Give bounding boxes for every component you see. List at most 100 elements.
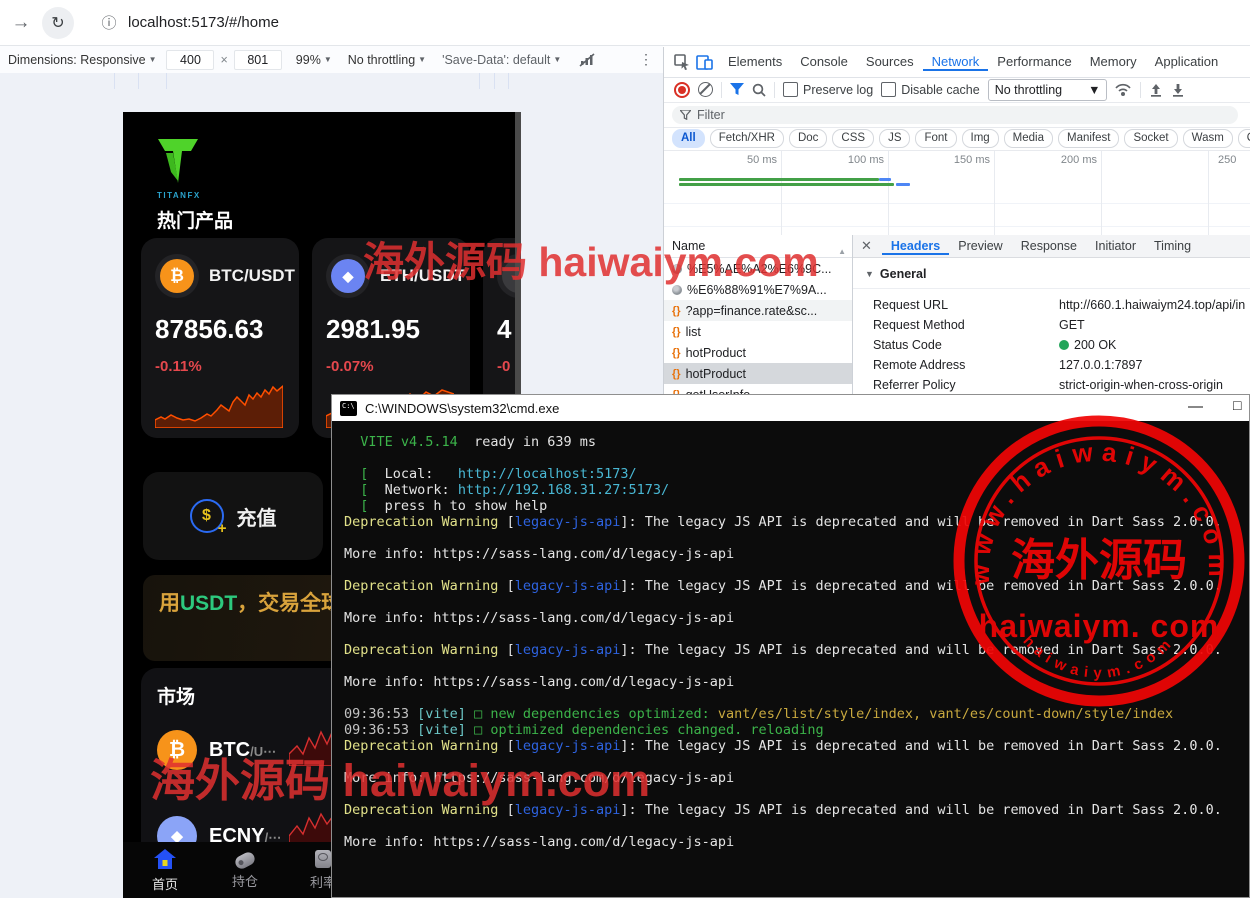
tab-console[interactable]: Console bbox=[791, 54, 857, 69]
request-type-chips: All Fetch/XHR Doc CSS JS Font Img Media Manifest… bbox=[664, 127, 1250, 151]
scroll-up-icon[interactable]: ▲ bbox=[838, 241, 846, 263]
chip-font[interactable]: Font bbox=[915, 129, 956, 148]
request-row[interactable]: {}?app=finance.rate&sc... bbox=[664, 300, 852, 321]
detail-tab-timing[interactable]: Timing bbox=[1145, 239, 1200, 253]
clear-icon[interactable] bbox=[698, 82, 713, 97]
filter-icon[interactable] bbox=[730, 83, 744, 96]
request-row[interactable]: {}list bbox=[664, 321, 852, 342]
media-icon bbox=[672, 264, 682, 274]
inspect-icon[interactable] bbox=[674, 54, 690, 70]
header-label: Referrer Policy bbox=[853, 378, 1059, 392]
save-data-select[interactable]: 'Save-Data': default bbox=[442, 53, 550, 67]
general-section-header[interactable]: ▼ General bbox=[853, 258, 1250, 289]
detail-tab-response[interactable]: Response bbox=[1012, 239, 1086, 253]
network-conditions-icon[interactable] bbox=[1115, 83, 1132, 97]
chip-manifest[interactable]: Manifest bbox=[1058, 129, 1119, 148]
chip-other[interactable]: Other bbox=[1238, 129, 1250, 148]
tab-sources[interactable]: Sources bbox=[857, 54, 923, 69]
throttling-select[interactable]: No throttling bbox=[348, 53, 415, 67]
chip-socket[interactable]: Socket bbox=[1124, 129, 1177, 148]
dimensions-select[interactable]: Dimensions: Responsive bbox=[8, 53, 146, 67]
tab-performance[interactable]: Performance bbox=[988, 54, 1080, 69]
pair-label: BTC/USDT bbox=[209, 266, 295, 286]
chip-wasm[interactable]: Wasm bbox=[1183, 129, 1233, 148]
detail-tab-preview[interactable]: Preview bbox=[949, 239, 1011, 253]
chip-media[interactable]: Media bbox=[1004, 129, 1053, 148]
viewport-height-input[interactable]: 801 bbox=[234, 50, 282, 70]
chevron-down-icon: ▼ bbox=[1088, 83, 1100, 97]
chip-all[interactable]: All bbox=[672, 129, 705, 148]
price-value: 2981.95 bbox=[326, 314, 456, 345]
filter-input[interactable]: Filter bbox=[672, 106, 1238, 124]
reload-icon: ↻ bbox=[51, 13, 64, 33]
minimize-button[interactable]: — bbox=[1188, 398, 1203, 415]
zoom-select[interactable]: 99% bbox=[296, 53, 321, 67]
reload-button[interactable]: ↻ bbox=[42, 7, 74, 39]
forward-icon[interactable]: → bbox=[8, 12, 34, 34]
tab-elements[interactable]: Elements bbox=[719, 54, 791, 69]
request-list-header[interactable]: Name ▲ bbox=[664, 235, 852, 258]
device-toolbar-menu-icon[interactable]: ⋮ bbox=[639, 51, 653, 68]
request-row[interactable]: {}hotProduct bbox=[664, 342, 852, 363]
filter-funnel-icon bbox=[680, 110, 691, 120]
detail-tab-headers[interactable]: Headers bbox=[882, 239, 949, 255]
maximize-button[interactable]: □ bbox=[1233, 397, 1241, 413]
chip-fetchxhr[interactable]: Fetch/XHR bbox=[710, 129, 784, 148]
cmd-icon bbox=[340, 401, 357, 416]
logo-text: TITANFX bbox=[157, 191, 201, 200]
record-button[interactable] bbox=[674, 82, 690, 98]
header-label: Status Code bbox=[853, 338, 1059, 352]
request-name: ?app=finance.rate&sc... bbox=[686, 304, 818, 318]
header-row: Status Code200 OK bbox=[853, 335, 1250, 355]
detail-tab-initiator[interactable]: Initiator bbox=[1086, 239, 1145, 253]
chevron-down-icon: ▼ bbox=[324, 55, 332, 64]
disable-cache-checkbox[interactable] bbox=[881, 82, 896, 97]
waterfall-bar bbox=[679, 183, 894, 186]
search-icon[interactable] bbox=[752, 83, 766, 97]
waterfall-bar bbox=[679, 178, 879, 181]
request-row[interactable]: {}hotProduct bbox=[664, 363, 852, 384]
chip-css[interactable]: CSS bbox=[832, 129, 874, 148]
home-icon bbox=[153, 848, 177, 870]
cmd-titlebar[interactable]: C:\WINDOWS\system32\cmd.exe — □ bbox=[332, 395, 1249, 421]
close-icon[interactable]: ✕ bbox=[861, 238, 872, 254]
chip-img[interactable]: Img bbox=[962, 129, 999, 148]
tab-network[interactable]: Network bbox=[923, 54, 989, 71]
header-label: Request URL bbox=[853, 298, 1059, 312]
preserve-log-checkbox[interactable] bbox=[783, 82, 798, 97]
url-text[interactable]: localhost:5173/#/home bbox=[128, 14, 279, 31]
chip-js[interactable]: JS bbox=[879, 129, 910, 148]
network-overview-waterfall[interactable] bbox=[664, 171, 1250, 236]
network-throttling-select[interactable]: No throttling▼ bbox=[988, 79, 1108, 101]
change-value: -0.07% bbox=[326, 358, 456, 375]
viewport-width-input[interactable]: 400 bbox=[166, 50, 214, 70]
device-toolbar-toggle-icon[interactable] bbox=[696, 55, 713, 70]
signal-off-icon[interactable] bbox=[579, 53, 595, 67]
nav-item-positions[interactable]: 持仓 bbox=[215, 848, 275, 890]
app-logo: TITANFX bbox=[157, 138, 201, 200]
request-row[interactable]: %E5%AE%A2%E6%9C... bbox=[664, 258, 852, 279]
chevron-down-icon: ▼ bbox=[553, 55, 561, 64]
request-name: %E6%88%91%E7%9A... bbox=[687, 283, 827, 297]
network-filter-row: Filter bbox=[664, 103, 1250, 128]
cmd-body[interactable]: VITE v4.5.14 ready in 639 ms [ Local: ht… bbox=[332, 421, 1249, 850]
product-card-btc[interactable]: ₿ BTC/USDT 87856.63 -0.11% bbox=[141, 238, 299, 438]
price-value: 87856.63 bbox=[155, 314, 285, 345]
site-info-icon[interactable]: ⓘ bbox=[96, 10, 122, 36]
recharge-card[interactable]: $ + 充值 bbox=[143, 472, 323, 560]
recharge-icon: $ + bbox=[190, 499, 224, 533]
tab-memory[interactable]: Memory bbox=[1081, 54, 1146, 69]
import-har-icon[interactable] bbox=[1149, 83, 1163, 97]
pair-label: ETH/USDT bbox=[380, 266, 465, 286]
export-har-icon[interactable] bbox=[1171, 83, 1185, 97]
preserve-log-label: Preserve log bbox=[803, 83, 873, 97]
tab-application[interactable]: Application bbox=[1146, 54, 1228, 69]
eth-icon: ◆ bbox=[331, 259, 365, 293]
waterfall-bar bbox=[879, 178, 891, 181]
ruler-tick bbox=[479, 73, 480, 89]
cmd-window: C:\WINDOWS\system32\cmd.exe — □ VITE v4.… bbox=[331, 394, 1250, 898]
nav-item-home[interactable]: 首页 bbox=[135, 848, 195, 893]
chip-doc[interactable]: Doc bbox=[789, 129, 827, 148]
request-row[interactable]: %E6%88%91%E7%9A... bbox=[664, 279, 852, 300]
market-row-btc[interactable]: ₿ BTC/U⋯ bbox=[157, 730, 276, 770]
